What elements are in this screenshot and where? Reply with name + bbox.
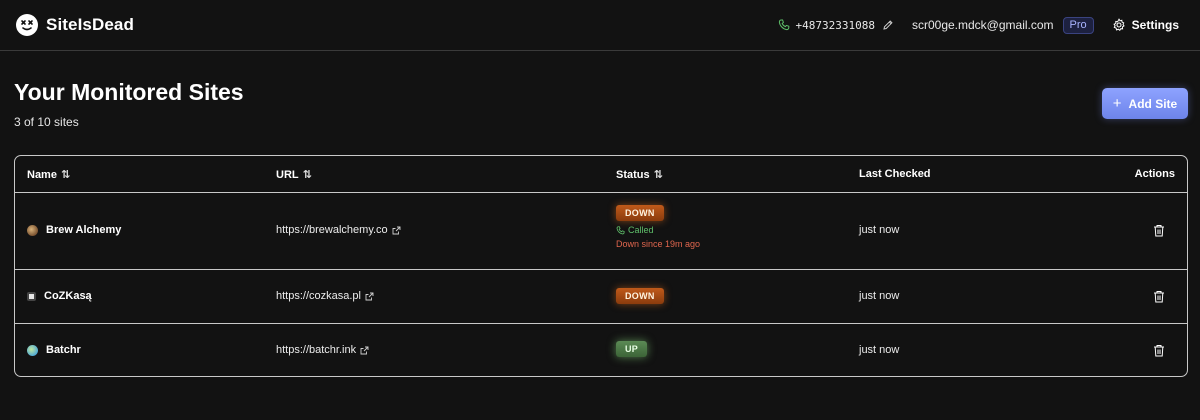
external-link-icon bbox=[360, 346, 369, 354]
edit-phone-pencil-icon[interactable] bbox=[882, 19, 894, 31]
dead-face-logo-icon bbox=[16, 14, 38, 36]
add-site-label: Add Site bbox=[1128, 96, 1178, 111]
site-name-cell: Batchr bbox=[27, 344, 81, 356]
delete-site-button[interactable] bbox=[1153, 290, 1165, 303]
delete-site-button[interactable] bbox=[1153, 224, 1165, 237]
status-badge-up: UP bbox=[616, 341, 648, 357]
status-cell: DOWN bbox=[616, 288, 664, 304]
site-name: CoZKasą bbox=[44, 290, 92, 302]
status-cell: UP bbox=[616, 341, 648, 357]
top-bar: SiteIsDead +48732331088 scr00ge.mdck@gma… bbox=[0, 0, 1200, 51]
phone-icon bbox=[616, 225, 625, 234]
column-header-url[interactable]: URL ⇅ bbox=[276, 168, 312, 182]
add-site-button[interactable]: + Add Site bbox=[1102, 88, 1188, 119]
column-header-last-checked: Last Checked bbox=[859, 168, 931, 180]
site-favicon-icon bbox=[27, 224, 38, 236]
trash-icon bbox=[1154, 291, 1164, 303]
phone-icon bbox=[779, 19, 790, 31]
header-actions: +48732331088 scr00ge.mdck@gmail.com Pro … bbox=[778, 16, 1179, 34]
trash-icon bbox=[1154, 225, 1164, 237]
sort-icon: ⇅ bbox=[653, 169, 663, 181]
column-header-actions: Actions bbox=[1134, 168, 1175, 180]
gear-icon[interactable] bbox=[1112, 18, 1126, 32]
plan-badge: Pro bbox=[1062, 16, 1094, 34]
table-row: Batchr https://batchr.ink UP just now bbox=[15, 324, 1187, 376]
last-checked: just now bbox=[859, 344, 900, 356]
brand[interactable]: SiteIsDead bbox=[16, 14, 134, 36]
down-since-text: Down since 19m ago bbox=[616, 239, 701, 249]
brand-name: SiteIsDead bbox=[46, 15, 134, 34]
site-name-cell: CoZKasą bbox=[27, 290, 92, 302]
site-name: Brew Alchemy bbox=[46, 224, 122, 236]
site-name-cell: Brew Alchemy bbox=[27, 224, 121, 236]
page-title: Your Monitored Sites bbox=[14, 79, 244, 105]
table-header: Name ⇅ URL ⇅ Status ⇅ Last Checked Actio… bbox=[15, 156, 1187, 193]
status-badge-down: DOWN bbox=[616, 205, 664, 221]
column-header-name[interactable]: Name ⇅ bbox=[27, 168, 71, 182]
sites-table: Name ⇅ URL ⇅ Status ⇅ Last Checked Actio… bbox=[14, 155, 1188, 377]
delete-site-button[interactable] bbox=[1153, 344, 1165, 357]
sort-icon: ⇅ bbox=[60, 169, 71, 181]
status-cell: DOWN Called Down since 19m ago bbox=[616, 205, 700, 249]
external-link-icon bbox=[365, 292, 374, 300]
user-email: scr00ge.mdck@gmail.com bbox=[911, 18, 1054, 32]
last-checked: just now bbox=[859, 224, 900, 236]
last-checked: just now bbox=[859, 290, 900, 302]
table-row: CoZKasą https://cozkasa.pl DOWN just now bbox=[15, 270, 1187, 324]
call-status: Called bbox=[616, 225, 654, 235]
external-link-icon bbox=[392, 226, 401, 234]
site-name: Batchr bbox=[46, 344, 81, 356]
site-favicon-icon bbox=[27, 291, 36, 301]
site-url-link[interactable]: https://brewalchemy.co bbox=[276, 224, 401, 236]
sort-icon: ⇅ bbox=[302, 169, 312, 181]
phone-number: +48732331088 bbox=[795, 18, 875, 32]
site-count: 3 of 10 sites bbox=[14, 115, 79, 129]
plus-icon: + bbox=[1112, 94, 1122, 112]
site-favicon-icon bbox=[27, 344, 38, 356]
trash-icon bbox=[1154, 345, 1164, 357]
site-url-link[interactable]: https://cozkasa.pl bbox=[276, 290, 374, 302]
site-url-link[interactable]: https://batchr.ink bbox=[276, 344, 369, 356]
column-header-status[interactable]: Status ⇅ bbox=[616, 168, 663, 182]
status-badge-down: DOWN bbox=[616, 288, 664, 304]
table-row: Brew Alchemy https://brewalchemy.co DOWN… bbox=[15, 193, 1187, 270]
settings-link[interactable]: Settings bbox=[1132, 18, 1179, 32]
